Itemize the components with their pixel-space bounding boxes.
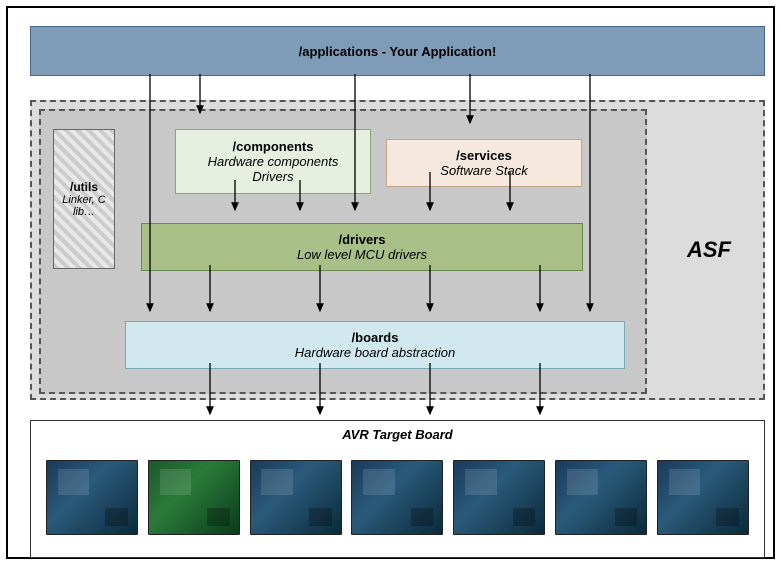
services-sub: Software Stack: [440, 163, 527, 178]
services-title: /services: [456, 148, 512, 163]
board-photo: [351, 460, 443, 535]
applications-layer: /applications - Your Application!: [30, 26, 765, 76]
boards-layer: /boards Hardware board abstraction: [125, 321, 625, 369]
diagram-frame: /applications - Your Application! /utils…: [6, 6, 775, 559]
components-layer: /components Hardware components Drivers: [175, 129, 371, 194]
utils-title: /utils: [70, 180, 98, 194]
board-images-row: [31, 442, 764, 552]
utils-layer: /utils Linker, C lib…: [53, 129, 115, 269]
asf-inner: /utils Linker, C lib… /components Hardwa…: [39, 109, 647, 394]
utils-sub: Linker, C lib…: [54, 194, 114, 218]
asf-label: ASF: [687, 237, 731, 263]
components-title: /components: [233, 139, 314, 154]
board-photo: [555, 460, 647, 535]
applications-title: /applications - Your Application!: [299, 44, 497, 59]
board-photo: [657, 460, 749, 535]
boards-title: /boards: [352, 330, 399, 345]
board-photo: [250, 460, 342, 535]
target-board-box: AVR Target Board: [30, 420, 765, 558]
drivers-layer: /drivers Low level MCU drivers: [141, 223, 583, 271]
drivers-title: /drivers: [339, 232, 386, 247]
boards-sub: Hardware board abstraction: [295, 345, 455, 360]
services-layer: /services Software Stack: [386, 139, 582, 187]
board-photo: [46, 460, 138, 535]
drivers-sub: Low level MCU drivers: [297, 247, 427, 262]
components-sub1: Hardware components: [208, 154, 339, 169]
components-sub2: Drivers: [252, 169, 293, 184]
target-label: AVR Target Board: [31, 421, 764, 442]
board-photo: [148, 460, 240, 535]
asf-container: /utils Linker, C lib… /components Hardwa…: [30, 100, 765, 400]
board-photo: [453, 460, 545, 535]
